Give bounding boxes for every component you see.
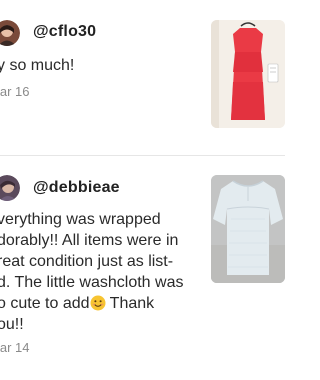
red-dress-photo[interactable] bbox=[211, 20, 285, 128]
review-text: y so much! bbox=[0, 57, 75, 74]
smiling-face-emoji bbox=[90, 295, 106, 311]
review-username[interactable]: @cflo30 bbox=[33, 23, 96, 41]
reviews-feed: @cflo30 y so much! lar 16 @debbieae very… bbox=[0, 0, 285, 380]
review-username[interactable]: @debbieae bbox=[33, 179, 120, 197]
white-blouse-photo[interactable] bbox=[211, 175, 285, 283]
review-date: lar 14 bbox=[0, 340, 30, 355]
user-avatar-icon[interactable] bbox=[0, 175, 20, 201]
review-divider bbox=[0, 155, 285, 156]
review-date: lar 16 bbox=[0, 84, 30, 99]
review-item: @cflo30 y so much! lar 16 bbox=[0, 0, 285, 152]
review-item: @debbieae verything was wrapped dorably!… bbox=[0, 157, 285, 380]
user-avatar-icon[interactable] bbox=[0, 20, 20, 46]
review-text: verything was wrapped dorably!! All item… bbox=[0, 209, 197, 335]
